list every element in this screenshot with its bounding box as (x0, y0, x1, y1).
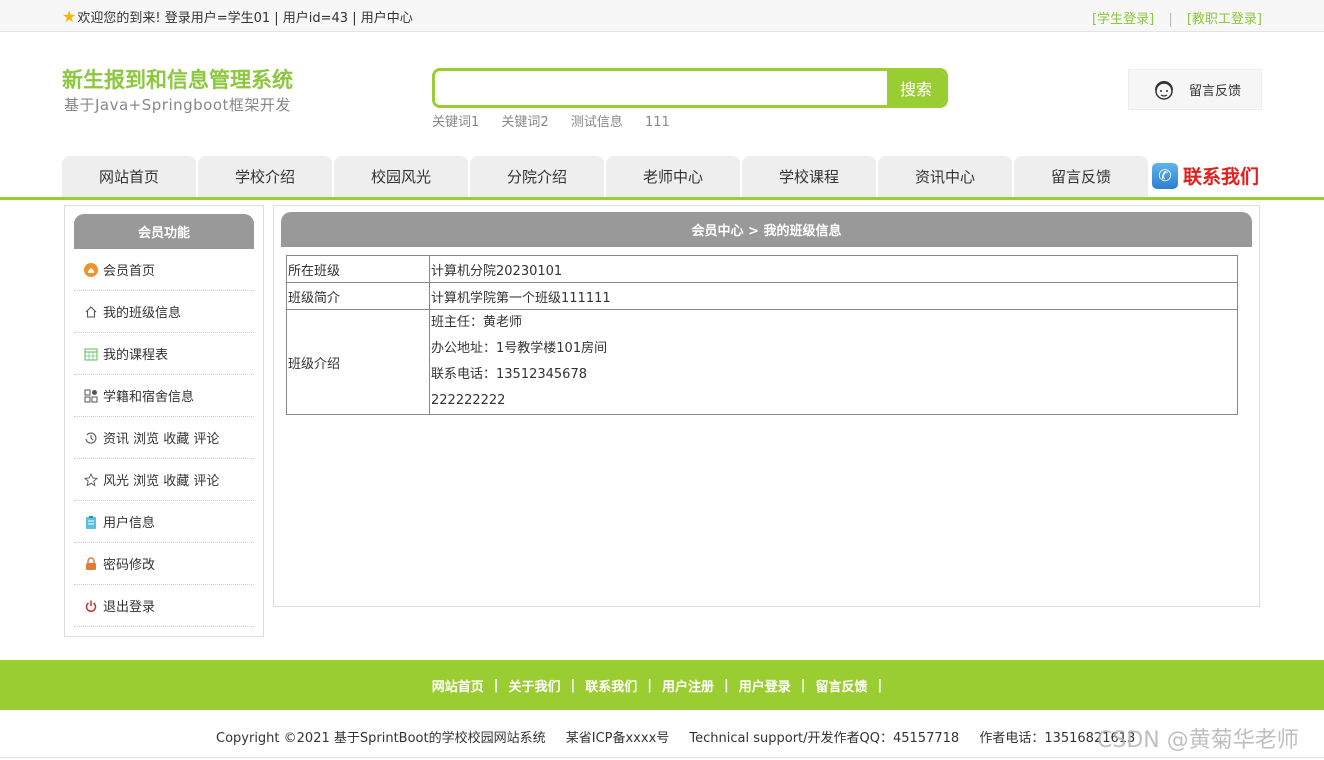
feedback-button[interactable]: 留言反馈 (1128, 69, 1262, 110)
welcome-text: ★ 欢迎您的到来! 登录用户=学生01 | 用户id=43 | 用户中心 (62, 7, 413, 26)
sidebar-item-label: 我的班级信息 (103, 306, 182, 321)
main-nav: 网站首页 学校介绍 校园风光 分院介绍 老师中心 学校课程 资讯中心 留言反馈 (62, 156, 1150, 197)
footer-separator: | (570, 677, 576, 693)
icp-text: 某省ICP备xxxx号 (565, 731, 670, 746)
search-input[interactable] (435, 71, 887, 105)
search-button[interactable]: 搜索 (887, 71, 945, 105)
footer-separator: | (724, 677, 729, 693)
brief-value: 计算机学院第一个班级111111 (429, 282, 1238, 310)
sidebar-item-enrollment-dorm[interactable]: 学籍和宿舍信息 (74, 375, 254, 417)
site-subtitle: 基于Java+Springboot框架开发 (64, 96, 291, 114)
keyword-link[interactable]: 关键词2 (501, 115, 548, 130)
table-row: 班级介绍 班主任：黄老师 办公地址：1号教学楼101房间 联系电话：135123… (286, 309, 1238, 415)
class-value: 计算机分院20230101 (429, 255, 1238, 283)
house-icon (84, 305, 98, 319)
main-panel: 会员中心 > 我的班级信息 所在班级 计算机分院20230101 班级简介 计算… (273, 205, 1260, 607)
class-label: 所在班级 (286, 255, 430, 283)
sidebar-item-my-class[interactable]: 我的班级信息 (74, 291, 254, 333)
footer-link-contact[interactable]: 联系我们 (585, 676, 637, 695)
intro-line: 联系电话：13512345678 (431, 367, 587, 382)
welcome-label: 欢迎您的到来! 登录用户=学生01 | 用户id=43 | 用户中心 (77, 11, 413, 26)
footer-link-feedback[interactable]: 留言反馈 (816, 676, 868, 695)
site-title[interactable]: 新生报到和信息管理系统 (62, 64, 293, 94)
footer-separator: | (877, 677, 883, 693)
top-bar: ★ 欢迎您的到来! 登录用户=学生01 | 用户id=43 | 用户中心 [学生… (0, 0, 1324, 32)
sidebar-item-label: 密码修改 (103, 558, 156, 573)
table-row: 班级简介 计算机学院第一个班级111111 (286, 282, 1238, 310)
grid-icon (84, 389, 98, 403)
contact-us[interactable]: ✆ 联系我们 (1152, 162, 1259, 189)
keyword-link[interactable]: 关键词1 (432, 115, 479, 130)
nav-item-news[interactable]: 资讯中心 (878, 156, 1012, 197)
footer-separator: | (493, 677, 499, 693)
lock-icon (84, 556, 98, 571)
brief-label: 班级简介 (286, 282, 430, 310)
phone-icon: ✆ (1152, 162, 1178, 189)
home-orange-icon (84, 262, 98, 277)
keyword-link[interactable]: 111 (645, 115, 670, 130)
support-text: Technical support/开发作者QQ：45157718 (689, 731, 960, 746)
keyword-link[interactable]: 测试信息 (571, 115, 623, 130)
customer-service-icon (1155, 80, 1173, 100)
footer-links: 网站首页 | 关于我们 | 联系我们 | 用户注册 | 用户登录 | 留言反馈 … (0, 660, 1324, 710)
member-sidebar: 会员功能 会员首页 我的班级信息 我的课程表 学籍和宿舍信息 资讯 浏览 收藏 … (64, 205, 264, 637)
history-icon (84, 431, 98, 445)
contact-us-label: 联系我们 (1183, 166, 1260, 188)
footer-separator: | (800, 677, 806, 693)
login-separator: | (1168, 12, 1173, 27)
sidebar-item-label: 学籍和宿舍信息 (103, 390, 195, 405)
footer-separator: | (647, 677, 652, 693)
copyright-text: Copyright ©2021 基于SprintBoot的学校校园网站系统 (216, 731, 546, 746)
intro-line: 班主任：黄老师 (431, 315, 523, 330)
nav-item-teacher-center[interactable]: 老师中心 (606, 156, 740, 197)
sidebar-item-news-activity[interactable]: 资讯 浏览 收藏 评论 (74, 417, 254, 459)
sidebar-item-label: 我的课程表 (103, 348, 169, 363)
sidebar-item-user-info[interactable]: 用户信息 (74, 501, 254, 543)
intro-label: 班级介绍 (286, 309, 430, 415)
sidebar-item-label: 资讯 浏览 收藏 评论 (103, 432, 220, 447)
feedback-label: 留言反馈 (1189, 84, 1242, 99)
footer-link-register[interactable]: 用户注册 (662, 676, 714, 695)
search-box: 搜索 (432, 68, 948, 108)
sidebar-item-my-schedule[interactable]: 我的课程表 (74, 333, 254, 375)
sidebar-item-label: 用户信息 (103, 516, 156, 531)
staff-login-link[interactable]: [教职工登录] (1187, 12, 1262, 27)
table-row: 所在班级 计算机分院20230101 (286, 255, 1238, 283)
sidebar-title: 会员功能 (74, 214, 254, 249)
copyright: Copyright ©2021 基于SprintBoot的学校校园网站系统 某省… (216, 727, 1151, 746)
search-keywords: 关键词1 关键词2 测试信息 111 (432, 111, 688, 130)
sidebar-list: 会员首页 我的班级信息 我的课程表 学籍和宿舍信息 资讯 浏览 收藏 评论 风光… (74, 249, 254, 627)
star-icon (84, 472, 98, 487)
sidebar-item-scenery-activity[interactable]: 风光 浏览 收藏 评论 (74, 459, 254, 501)
footer-link-about[interactable]: 关于我们 (508, 676, 560, 695)
nav-item-campus-scenery[interactable]: 校园风光 (334, 156, 468, 197)
clipboard-icon (84, 515, 98, 529)
calendar-icon (84, 347, 98, 361)
star-icon: ★ (62, 6, 77, 26)
footer-link-home[interactable]: 网站首页 (432, 676, 484, 695)
bottom-divider (0, 757, 1324, 758)
sidebar-item-label: 风光 浏览 收藏 评论 (103, 474, 220, 489)
footer-link-login[interactable]: 用户登录 (739, 676, 791, 695)
class-info-table: 所在班级 计算机分院20230101 班级简介 计算机学院第一个班级111111… (286, 255, 1238, 415)
breadcrumb: 会员中心 > 我的班级信息 (281, 212, 1252, 247)
sidebar-item-label: 会员首页 (103, 264, 156, 279)
sidebar-item-label: 退出登录 (103, 600, 156, 615)
sidebar-item-logout[interactable]: 退出登录 (74, 585, 254, 627)
intro-line: 222222222 (431, 393, 506, 408)
student-login-link[interactable]: [学生登录] (1092, 12, 1154, 27)
sidebar-item-member-home[interactable]: 会员首页 (74, 249, 254, 291)
nav-item-courses[interactable]: 学校课程 (742, 156, 876, 197)
watermark: CSDN @黄菊华老师 (1097, 728, 1299, 753)
nav-item-home[interactable]: 网站首页 (62, 156, 196, 197)
nav-divider (0, 197, 1324, 200)
nav-item-school-intro[interactable]: 学校介绍 (198, 156, 332, 197)
nav-item-college-intro[interactable]: 分院介绍 (470, 156, 604, 197)
intro-line: 办公地址：1号教学楼101房间 (431, 341, 608, 356)
sidebar-item-change-password[interactable]: 密码修改 (74, 543, 254, 585)
power-icon (84, 599, 98, 613)
nav-item-feedback[interactable]: 留言反馈 (1014, 156, 1148, 197)
login-links: [学生登录] | [教职工登录] (1092, 8, 1262, 27)
intro-value: 班主任：黄老师 办公地址：1号教学楼101房间 联系电话：13512345678… (429, 309, 1238, 415)
